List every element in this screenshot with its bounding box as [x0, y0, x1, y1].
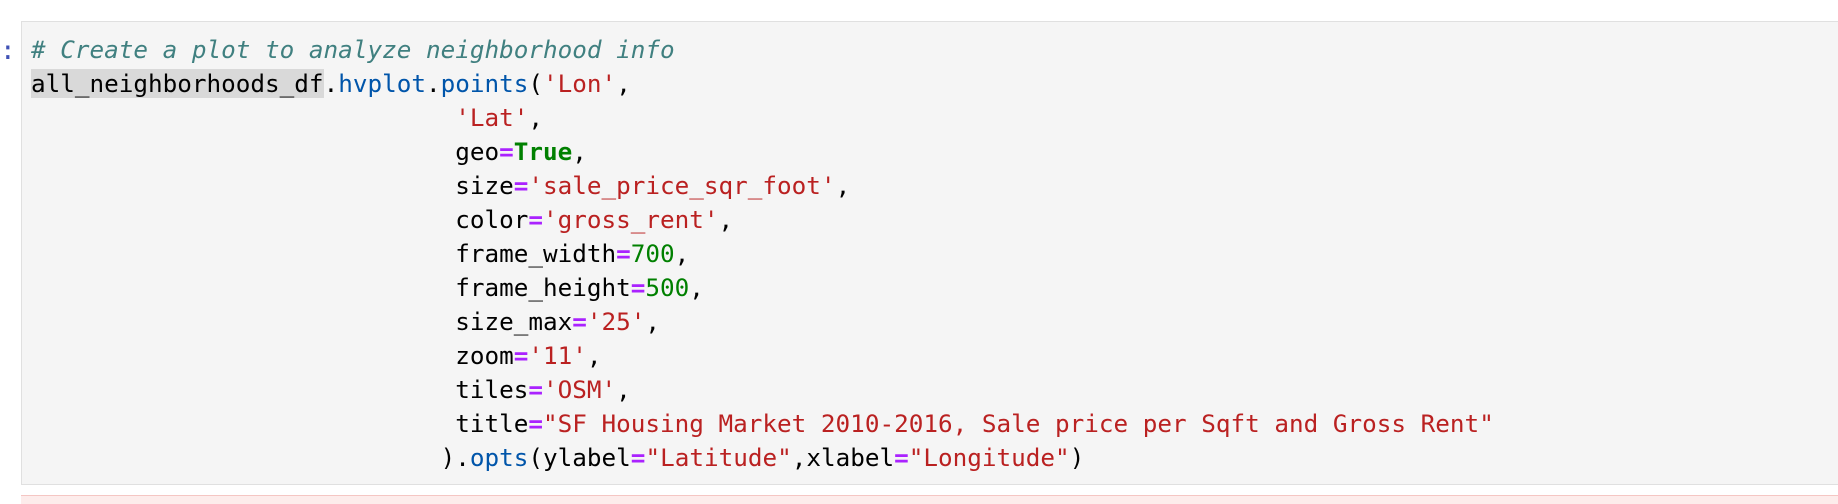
punctuation: ( [528, 443, 544, 472]
operator-equals: = [894, 443, 909, 472]
punctuation: . [425, 69, 441, 98]
operator-equals: = [499, 137, 514, 166]
string-value-size: 'sale_price_sqr_foot' [528, 171, 836, 200]
kwarg-name-zoom: zoom [455, 341, 514, 370]
operator-equals: = [528, 409, 543, 438]
punctuation: , [791, 443, 807, 472]
string-value-ylabel: "Latitude" [645, 443, 792, 472]
string-value-xlabel: "Longitude" [908, 443, 1070, 472]
operator-equals: = [616, 239, 631, 268]
code-line-6: color='gross_rent', [31, 203, 1494, 237]
code-line-11: tiles='OSM', [31, 373, 1494, 407]
punctuation: ). [440, 443, 470, 472]
punctuation: , [835, 171, 851, 200]
code-line-13: ).opts(ylabel="Latitude",xlabel="Longitu… [31, 441, 1494, 475]
kwarg-name-frame-height: frame_height [455, 273, 631, 302]
hvplot-accessor-token: hvplot [338, 69, 426, 98]
code-line-7: frame_width=700, [31, 237, 1494, 271]
punctuation: , [586, 341, 602, 370]
string-value-color: 'gross_rent' [543, 205, 719, 234]
punctuation: , [645, 307, 661, 336]
operator-equals: = [513, 341, 529, 370]
punctuation: , [572, 137, 587, 166]
operator-equals: = [572, 307, 587, 336]
code-line-5: size='sale_price_sqr_foot', [31, 169, 1494, 203]
code-text-area[interactable]: # Create a plot to analyze neighborhood … [31, 33, 1494, 475]
cell-prompt-marker: : [0, 36, 12, 66]
punctuation: , [689, 273, 704, 302]
code-line-9: size_max='25', [31, 305, 1494, 339]
operator-equals: = [630, 443, 646, 472]
punctuation: , [616, 375, 631, 404]
code-line-12: title="SF Housing Market 2010-2016, Sale… [31, 407, 1494, 441]
points-method-token: points [440, 69, 529, 98]
punctuation: , [528, 103, 543, 132]
string-value-title: "SF Housing Market 2010-2016, Sale price… [543, 409, 1494, 438]
punctuation: ( [528, 69, 544, 98]
output-error-area [21, 495, 1838, 504]
kwarg-name-size-max: size_max [455, 307, 573, 336]
code-comment: # Create a plot to analyze neighborhood … [31, 35, 675, 64]
opts-method-token: opts [469, 443, 529, 472]
number-value-frame-width: 700 [630, 239, 675, 268]
punctuation: , [674, 239, 690, 268]
punctuation: ) [1069, 443, 1085, 472]
kwarg-name-ylabel: ylabel [543, 443, 631, 472]
kwarg-name-size: size [455, 171, 514, 200]
number-value-frame-height: 500 [645, 273, 690, 302]
keyword-true: True [513, 137, 573, 166]
code-line-10: zoom='11', [31, 339, 1494, 373]
code-line-1: # Create a plot to analyze neighborhood … [31, 33, 1494, 67]
kwarg-name-color: color [455, 205, 529, 234]
code-cell-editor[interactable]: # Create a plot to analyze neighborhood … [21, 21, 1838, 485]
variable-dataframe-token: all_neighborhoods_df [31, 69, 324, 98]
kwarg-name-tiles: tiles [455, 375, 529, 404]
punctuation: . [323, 69, 339, 98]
operator-equals: = [513, 171, 529, 200]
operator-equals: = [528, 205, 543, 234]
kwarg-name-geo: geo [455, 137, 500, 166]
code-line-4: geo=True, [31, 135, 1494, 169]
string-value-zoom: '11' [528, 341, 587, 370]
string-value-tiles: 'OSM' [543, 375, 617, 404]
operator-equals: = [630, 273, 646, 302]
punctuation: , [718, 205, 734, 234]
kwarg-name-xlabel: xlabel [806, 443, 895, 472]
kwarg-name-frame-width: frame_width [455, 239, 617, 268]
string-arg-lon: 'Lon' [543, 69, 617, 98]
code-line-2: all_neighborhoods_df.hvplot.points('Lon'… [31, 67, 1494, 101]
string-value-size-max: '25' [586, 307, 646, 336]
punctuation: , [616, 69, 631, 98]
code-line-8: frame_height=500, [31, 271, 1494, 305]
operator-equals: = [528, 375, 543, 404]
kwarg-name-title: title [455, 409, 529, 438]
code-line-3: 'Lat', [31, 101, 1494, 135]
string-arg-lat: 'Lat' [455, 103, 529, 132]
